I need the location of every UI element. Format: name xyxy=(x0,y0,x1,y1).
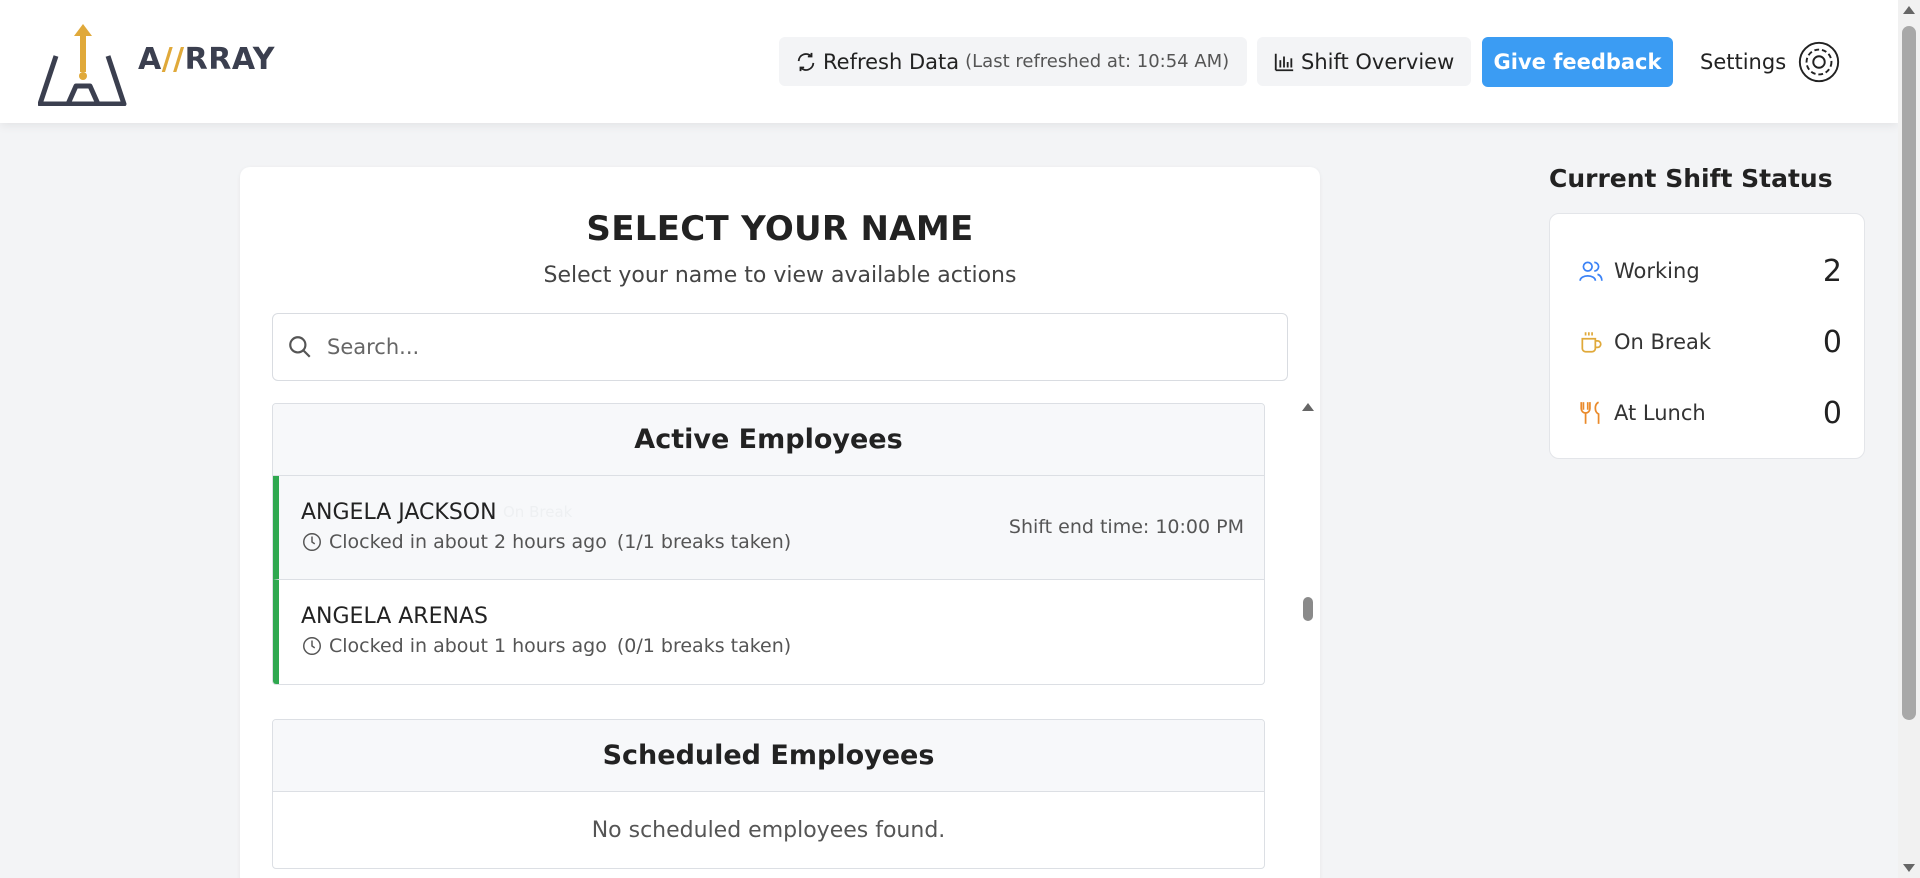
settings-label: Settings xyxy=(1700,50,1787,74)
breaks-taken-text: (1/1 breaks taken) xyxy=(616,531,792,553)
page-scrollbar[interactable] xyxy=(1898,0,1920,878)
status-label: At Lunch xyxy=(1614,401,1706,425)
status-at-lunch: At Lunch 0 xyxy=(1578,393,1842,433)
gear-icon xyxy=(1799,41,1840,83)
employee-clock-info: Clocked in about 2 hours ago (1/1 breaks… xyxy=(301,531,791,553)
scroll-up-arrow-icon[interactable] xyxy=(1302,403,1314,411)
active-employees-section: Active Employees ANGELA JACKSON On Break… xyxy=(272,403,1265,685)
no-scheduled-message: No scheduled employees found. xyxy=(591,817,946,843)
clock-icon xyxy=(303,637,321,655)
status-working: Working 2 xyxy=(1578,251,1842,291)
refresh-data-label: Refresh Data xyxy=(823,49,960,74)
array-logo[interactable]: A//RRAY xyxy=(37,22,278,107)
select-name-card: SELECT YOUR NAME Select your name to vie… xyxy=(240,167,1320,878)
refresh-data-button[interactable]: Refresh Data (Last refreshed at: 10:54 A… xyxy=(779,37,1247,86)
employee-clock-info: Clocked in about 1 hours ago (0/1 breaks… xyxy=(301,635,791,657)
employee-list-scrollbar[interactable] xyxy=(1300,403,1316,878)
scheduled-employees-section: Scheduled Employees No scheduled employe… xyxy=(272,719,1265,869)
logo-mark-icon xyxy=(37,24,127,107)
status-on-break: On Break 0 xyxy=(1578,322,1842,362)
page-scrollbar-thumb[interactable] xyxy=(1902,26,1916,720)
page-subtitle: Select your name to view available actio… xyxy=(543,263,1017,288)
page-title: SELECT YOUR NAME xyxy=(586,209,974,249)
scrollbar-thumb[interactable] xyxy=(1303,597,1313,621)
status-label: On Break xyxy=(1614,330,1712,354)
page-scroll-down-icon[interactable] xyxy=(1903,864,1915,872)
search-input[interactable] xyxy=(327,335,1227,359)
settings-button[interactable]: Settings xyxy=(1700,37,1842,87)
employee-name: ANGELA JACKSON xyxy=(301,500,497,525)
last-refreshed-text: (Last refreshed at: 10:54 AM) xyxy=(965,51,1230,72)
status-badge: On Break xyxy=(503,503,573,521)
search-box[interactable] xyxy=(272,313,1288,381)
app-header: A//RRAY Refresh Data (Last refreshed at:… xyxy=(0,0,1898,123)
clock-icon xyxy=(303,533,321,551)
users-icon xyxy=(1579,261,1603,281)
clocked-in-text: Clocked in about 1 hours ago xyxy=(329,635,607,657)
employee-row-angela-arenas[interactable]: ANGELA ARENAS Clocked in about 1 hours a… xyxy=(273,580,1264,684)
employee-list[interactable]: Active Employees ANGELA JACKSON On Break… xyxy=(272,403,1265,878)
shift-overview-button[interactable]: Shift Overview xyxy=(1257,37,1471,86)
shift-status-card: Working 2 On Break 0 At Lunch 0 xyxy=(1549,213,1865,459)
coffee-icon xyxy=(1581,332,1602,353)
give-feedback-button[interactable]: Give feedback xyxy=(1482,37,1673,87)
logo-wordmark: A//RRAY xyxy=(138,42,275,77)
active-employees-heading: Active Employees xyxy=(273,404,1264,476)
employee-name: ANGELA ARENAS xyxy=(301,604,488,629)
status-label: Working xyxy=(1614,259,1700,283)
utensils-icon xyxy=(1580,401,1600,424)
bar-chart-icon xyxy=(1274,53,1294,71)
status-count: 0 xyxy=(1822,324,1842,360)
status-count: 2 xyxy=(1822,253,1842,289)
shift-overview-label: Shift Overview xyxy=(1301,49,1455,74)
search-icon xyxy=(289,336,311,358)
page-scroll-up-icon[interactable] xyxy=(1903,6,1915,14)
scheduled-employees-heading: Scheduled Employees xyxy=(273,720,1264,792)
current-shift-status-title: Current Shift Status xyxy=(1549,164,1833,193)
clocked-in-text: Clocked in about 2 hours ago xyxy=(329,531,607,553)
refresh-icon xyxy=(797,52,815,71)
employee-row-angela-jackson[interactable]: ANGELA JACKSON On Break Clocked in about… xyxy=(273,476,1264,580)
breaks-taken-text: (0/1 breaks taken) xyxy=(616,635,792,657)
status-count: 0 xyxy=(1822,395,1842,431)
shift-end-time: Shift end time: 10:00 PM xyxy=(1008,516,1244,538)
